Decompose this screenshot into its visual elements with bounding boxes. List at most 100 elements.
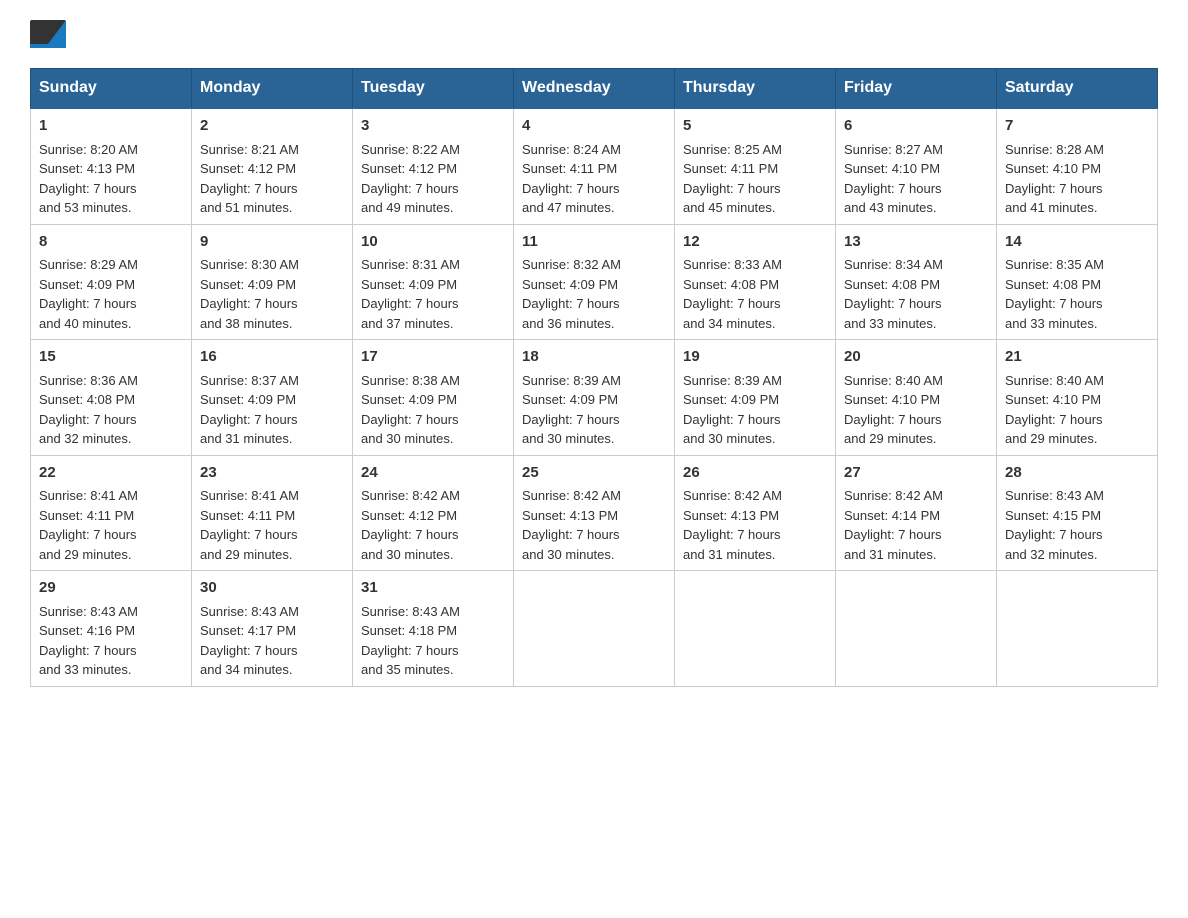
daylight-minutes: and 29 minutes. — [200, 547, 293, 562]
day-number: 29 — [39, 577, 183, 600]
header-day-wednesday: Wednesday — [514, 69, 675, 109]
day-number: 2 — [200, 115, 344, 138]
daylight-minutes: and 33 minutes. — [1005, 316, 1098, 331]
daylight-text: Daylight: 7 hours — [844, 181, 942, 196]
sunset-text: Sunset: 4:16 PM — [39, 623, 135, 638]
header-day-thursday: Thursday — [675, 69, 836, 109]
calendar-week-row: 29 Sunrise: 8:43 AM Sunset: 4:16 PM Dayligh… — [31, 571, 1158, 687]
sunset-text: Sunset: 4:10 PM — [844, 161, 940, 176]
day-number: 14 — [1005, 231, 1149, 254]
daylight-minutes: and 30 minutes. — [683, 431, 776, 446]
daylight-text: Daylight: 7 hours — [200, 412, 298, 427]
daylight-text: Daylight: 7 hours — [844, 296, 942, 311]
sunset-text: Sunset: 4:14 PM — [844, 508, 940, 523]
daylight-text: Daylight: 7 hours — [683, 412, 781, 427]
day-number: 8 — [39, 231, 183, 254]
calendar-cell: 24Sunrise: 8:42 AMSunset: 4:12 PMDayligh… — [353, 455, 514, 571]
day-number: 12 — [683, 231, 827, 254]
sunset-text: Sunset: 4:12 PM — [200, 161, 296, 176]
sunrise-text: Sunrise: 8:37 AM — [200, 373, 299, 388]
daylight-text: Daylight: 7 hours — [522, 527, 620, 542]
calendar-cell: 26Sunrise: 8:42 AMSunset: 4:13 PMDayligh… — [675, 455, 836, 571]
calendar-cell: 20Sunrise: 8:40 AMSunset: 4:10 PMDayligh… — [836, 340, 997, 456]
daylight-minutes: and 37 minutes. — [361, 316, 454, 331]
sunset-text: Sunset: 4:09 PM — [683, 392, 779, 407]
daylight-text: Daylight: 7 hours — [361, 412, 459, 427]
daylight-text: Daylight: 7 hours — [844, 412, 942, 427]
sunset-text: Sunset: 4:08 PM — [844, 277, 940, 292]
calendar-cell: 29Sunrise: 8:43 AMSunset: 4:16 PMDayligh… — [31, 571, 192, 687]
day-number: 22 — [39, 462, 183, 485]
calendar-cell: 28Sunrise: 8:43 AMSunset: 4:15 PMDayligh… — [997, 455, 1158, 571]
sunrise-text: Sunrise: 8:43 AM — [200, 604, 299, 619]
calendar-cell: 31Sunrise: 8:43 AMSunset: 4:18 PMDayligh… — [353, 571, 514, 687]
daylight-text: Daylight: 7 hours — [1005, 412, 1103, 427]
daylight-text: Daylight: 7 hours — [361, 181, 459, 196]
sunrise-text: Sunrise: 8:28 AM — [1005, 142, 1104, 157]
sunset-text: Sunset: 4:15 PM — [1005, 508, 1101, 523]
sunset-text: Sunset: 4:13 PM — [39, 161, 135, 176]
daylight-minutes: and 30 minutes. — [361, 431, 454, 446]
day-number: 30 — [200, 577, 344, 600]
calendar-cell: 8Sunrise: 8:29 AMSunset: 4:09 PMDaylight… — [31, 224, 192, 340]
sunrise-text: Sunrise: 8:29 AM — [39, 257, 138, 272]
daylight-text: Daylight: 7 hours — [683, 296, 781, 311]
sunrise-text: Sunrise: 8:39 AM — [683, 373, 782, 388]
calendar-cell: 30Sunrise: 8:43 AMSunset: 4:17 PMDayligh… — [192, 571, 353, 687]
sunset-text: Sunset: 4:10 PM — [1005, 161, 1101, 176]
daylight-text: Daylight: 7 hours — [844, 527, 942, 542]
day-number: 21 — [1005, 346, 1149, 369]
header-day-tuesday: Tuesday — [353, 69, 514, 109]
day-number: 23 — [200, 462, 344, 485]
calendar-header-row: SundayMondayTuesdayWednesdayThursdayFrid… — [31, 69, 1158, 109]
daylight-minutes: and 53 minutes. — [39, 200, 132, 215]
calendar-cell — [675, 571, 836, 687]
day-number: 24 — [361, 462, 505, 485]
daylight-text: Daylight: 7 hours — [39, 296, 137, 311]
sunset-text: Sunset: 4:13 PM — [522, 508, 618, 523]
calendar-cell: 19 Sunrise: 8:39 AM Sunset: 4:09 PM Dayligh… — [675, 340, 836, 456]
daylight-text: Daylight: 7 hours — [361, 296, 459, 311]
sunrise-text: Sunrise: 8:40 AM — [1005, 373, 1104, 388]
header-day-friday: Friday — [836, 69, 997, 109]
daylight-minutes: and 41 minutes. — [1005, 200, 1098, 215]
day-number: 10 — [361, 231, 505, 254]
calendar-cell: 7Sunrise: 8:28 AMSunset: 4:10 PMDaylight… — [997, 108, 1158, 224]
calendar-cell — [997, 571, 1158, 687]
calendar-cell — [836, 571, 997, 687]
sunset-text: Sunset: 4:09 PM — [522, 392, 618, 407]
calendar-week-row: 15Sunrise: 8:36 AMSunset: 4:08 PMDayligh… — [31, 340, 1158, 456]
sunrise-text: Sunrise: 8:42 AM — [361, 488, 460, 503]
daylight-text: Daylight: 7 hours — [39, 643, 137, 658]
daylight-text: Daylight: 7 hours — [1005, 181, 1103, 196]
daylight-minutes: and 45 minutes. — [683, 200, 776, 215]
calendar-week-row: 22Sunrise: 8:41 AMSunset: 4:11 PMDayligh… — [31, 455, 1158, 571]
day-number: 25 — [522, 462, 666, 485]
sunset-text: Sunset: 4:09 PM — [361, 392, 457, 407]
daylight-minutes: and 38 minutes. — [200, 316, 293, 331]
day-number: 19 — [683, 346, 827, 369]
calendar-cell: 9Sunrise: 8:30 AMSunset: 4:09 PMDaylight… — [192, 224, 353, 340]
sunrise-text: Sunrise: 8:41 AM — [39, 488, 138, 503]
calendar-cell: 6Sunrise: 8:27 AMSunset: 4:10 PMDaylight… — [836, 108, 997, 224]
calendar-week-row: 1Sunrise: 8:20 AMSunset: 4:13 PMDaylight… — [31, 108, 1158, 224]
header-day-monday: Monday — [192, 69, 353, 109]
calendar-cell: 1Sunrise: 8:20 AMSunset: 4:13 PMDaylight… — [31, 108, 192, 224]
sunset-text: Sunset: 4:12 PM — [361, 508, 457, 523]
calendar-cell: 10Sunrise: 8:31 AMSunset: 4:09 PMDayligh… — [353, 224, 514, 340]
daylight-minutes: and 29 minutes. — [1005, 431, 1098, 446]
calendar-cell: 4Sunrise: 8:24 AMSunset: 4:11 PMDaylight… — [514, 108, 675, 224]
daylight-text: Daylight: 7 hours — [522, 412, 620, 427]
day-number: 15 — [39, 346, 183, 369]
calendar-cell: 21Sunrise: 8:40 AMSunset: 4:10 PMDayligh… — [997, 340, 1158, 456]
day-number: 31 — [361, 577, 505, 600]
day-number: 28 — [1005, 462, 1149, 485]
day-number: 1 — [39, 115, 183, 138]
day-number: 5 — [683, 115, 827, 138]
calendar-cell: 3Sunrise: 8:22 AMSunset: 4:12 PMDaylight… — [353, 108, 514, 224]
calendar-cell: 23Sunrise: 8:41 AMSunset: 4:11 PMDayligh… — [192, 455, 353, 571]
sunset-text: Sunset: 4:11 PM — [683, 161, 778, 176]
sunset-text: Sunset: 4:08 PM — [1005, 277, 1101, 292]
daylight-text: Daylight: 7 hours — [200, 296, 298, 311]
day-number: 26 — [683, 462, 827, 485]
